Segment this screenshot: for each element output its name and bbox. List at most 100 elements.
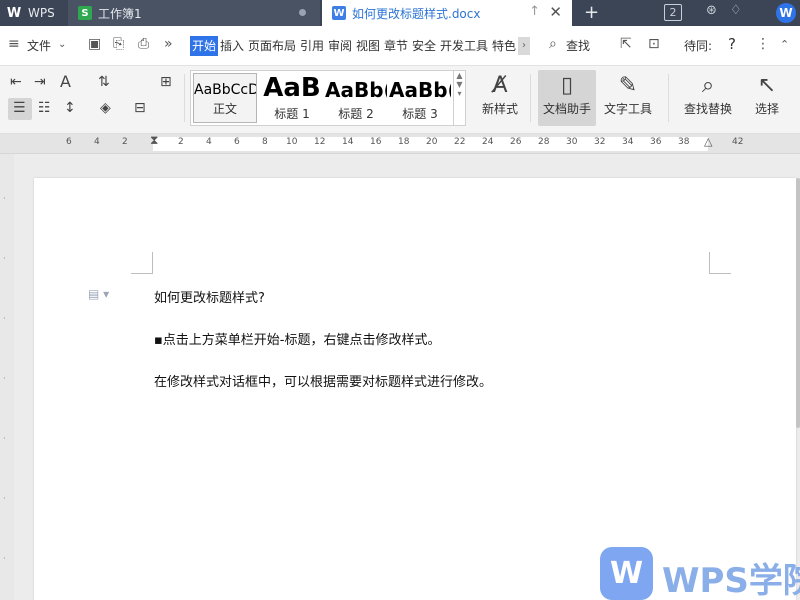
style-label: 标题 1	[274, 107, 310, 121]
ruler-tick: 6	[234, 137, 240, 147]
ruler-tick: 12	[314, 137, 326, 147]
tab-chapter[interactable]: 章节	[384, 37, 408, 54]
gallery-scroll[interactable]: ▲ ▼ ▾	[453, 71, 465, 125]
tab-workbook[interactable]: S 工作簿1	[68, 0, 320, 26]
more-options-icon[interactable]: ⋮	[756, 36, 770, 52]
borders-icon[interactable]: ⊞	[160, 74, 172, 90]
select-label: 选择	[754, 102, 779, 116]
export-icon[interactable]: ⎘	[113, 36, 124, 52]
share-icon[interactable]: ⇱	[620, 36, 632, 52]
ruler-tick: 6	[66, 137, 72, 147]
distribute-icon[interactable]: ☷	[38, 100, 51, 116]
doc-assistant-button[interactable]: ▯ 文档助手	[538, 72, 596, 117]
vertical-ruler[interactable]: · · · · · · ·	[0, 154, 14, 600]
new-tab-icon[interactable]: +	[584, 2, 599, 23]
style-sample: AaBb(	[389, 78, 451, 102]
tab-document-label: 如何更改标题样式.docx	[352, 6, 481, 21]
collaborate-icon[interactable]: ⊡	[648, 36, 660, 52]
tab-home[interactable]: 开始	[190, 36, 218, 56]
tab-features[interactable]: 特色	[492, 37, 516, 54]
horizontal-ruler[interactable]: 6 4 2 ⧗ 2 4 6 8 10 12 14 16 18 20 22 24 …	[0, 133, 800, 154]
tab-references[interactable]: 引用	[300, 37, 324, 54]
style-label: 标题 3	[402, 107, 438, 121]
help-icon[interactable]: ?	[728, 35, 736, 53]
increase-indent-icon[interactable]: ⇥	[34, 74, 46, 90]
tabs-scroll-right-icon[interactable]: ›	[518, 37, 530, 55]
tab-security[interactable]: 安全	[412, 37, 436, 54]
tab-view[interactable]: 视图	[356, 37, 380, 54]
pending-sync-label[interactable]: 待同:	[684, 37, 712, 54]
cloud-icon[interactable]: ⊛	[706, 3, 717, 18]
style-label: 标题 2	[338, 107, 374, 121]
text-direction-icon[interactable]: A	[60, 72, 71, 91]
search-icon[interactable]: ⌕	[549, 36, 557, 52]
tab-insert[interactable]: 插入	[220, 37, 244, 54]
shading-icon[interactable]: ◈	[100, 100, 111, 116]
style-heading-1[interactable]: AaB 标题 1	[261, 73, 323, 123]
hamburger-menu-icon[interactable]: ≡	[8, 36, 20, 52]
vruler-mark-icon: ·	[3, 554, 6, 563]
style-sample: AaBbCcD	[194, 82, 257, 98]
ruler-tick: 34	[622, 137, 634, 147]
wps-logo-icon: W	[6, 5, 22, 21]
style-heading-3[interactable]: AaBb( 标题 3	[389, 73, 451, 123]
ruler-tick: 18	[398, 137, 410, 147]
ruler-tick: 24	[482, 137, 494, 147]
spreadsheet-icon: S	[78, 6, 92, 20]
vruler-mark-icon: ·	[3, 314, 6, 323]
find-replace-button[interactable]: ⌕ 查找替换	[678, 72, 738, 117]
file-chevron-down-icon[interactable]: ⌄	[58, 39, 66, 50]
sort-icon[interactable]: ⇅	[98, 74, 110, 90]
document-icon: W	[332, 6, 346, 20]
style-normal[interactable]: AaBbCcD 正文	[193, 73, 257, 123]
indent-marker-icon[interactable]: ⧗	[150, 133, 158, 148]
ruler-tick: 10	[286, 137, 298, 147]
print-icon[interactable]: ⎙	[138, 36, 149, 52]
window-count-badge[interactable]: 2	[664, 4, 682, 21]
tab-page-layout[interactable]: 页面布局	[248, 37, 296, 54]
ruler-tick: 16	[370, 137, 382, 147]
file-menu[interactable]: 文件	[27, 37, 51, 54]
vruler-mark-icon: ·	[3, 494, 6, 503]
select-button[interactable]: ↖ 选择	[744, 72, 790, 117]
user-avatar[interactable]: W	[776, 3, 796, 23]
tab-developer[interactable]: 开发工具	[440, 37, 488, 54]
document-paragraph[interactable]: ▪点击上方菜单栏开始-标题，右键点击修改样式。	[154, 329, 441, 348]
skin-icon[interactable]: ♢	[730, 3, 742, 18]
document-heading[interactable]: 如何更改标题样式?	[154, 287, 265, 306]
collapse-ribbon-icon[interactable]: ⌃	[780, 38, 789, 51]
right-indent-marker-icon[interactable]: △	[704, 135, 712, 148]
tab-document[interactable]: W 如何更改标题样式.docx ↑ ✕	[322, 0, 572, 26]
wps-home-tab[interactable]: W WPS	[0, 0, 66, 26]
search-button[interactable]: 查找	[566, 37, 590, 54]
new-style-label: 新样式	[481, 102, 518, 116]
wps-academy-logo: W	[600, 547, 653, 600]
new-style-button[interactable]: A̸ 新样式	[474, 72, 526, 117]
save-icon[interactable]: ▣	[88, 36, 101, 52]
close-tab-icon[interactable]: ✕	[549, 3, 562, 21]
tab-review[interactable]: 审阅	[328, 37, 352, 54]
vruler-mark-icon: ·	[3, 374, 6, 383]
align-left-icon[interactable]: ☰	[13, 100, 26, 116]
ruler-tick: 2	[122, 137, 128, 147]
vruler-mark-icon: ·	[3, 194, 6, 203]
find-replace-label: 查找替换	[683, 102, 732, 116]
paragraph-marker-icon[interactable]: ▤ ▾	[88, 287, 109, 301]
ruler-tick: 4	[206, 137, 212, 147]
ruler-tick: 2	[178, 137, 184, 147]
text-tools-label: 文字工具	[603, 102, 652, 116]
style-sample: AaB	[263, 73, 321, 103]
table-border-icon[interactable]: ⊟	[134, 100, 146, 116]
document-paragraph[interactable]: 在修改样式对话框中，可以根据需要对标题样式进行修改。	[154, 371, 492, 390]
ruler-tick: 20	[426, 137, 438, 147]
ruler-tick: 28	[538, 137, 550, 147]
pin-icon[interactable]: ↑	[529, 4, 540, 19]
vertical-scrollbar[interactable]	[796, 178, 800, 428]
line-spacing-icon[interactable]: ↕	[64, 100, 76, 116]
wps-academy-watermark: W WPS学院	[600, 547, 800, 600]
text-tools-button[interactable]: ✎ 文字工具	[598, 72, 658, 117]
style-heading-2[interactable]: AaBb( 标题 2	[325, 73, 387, 123]
new-style-icon: A̸	[492, 73, 508, 98]
more-chevron-icon[interactable]: »	[164, 36, 173, 52]
decrease-indent-icon[interactable]: ⇤	[10, 74, 22, 90]
